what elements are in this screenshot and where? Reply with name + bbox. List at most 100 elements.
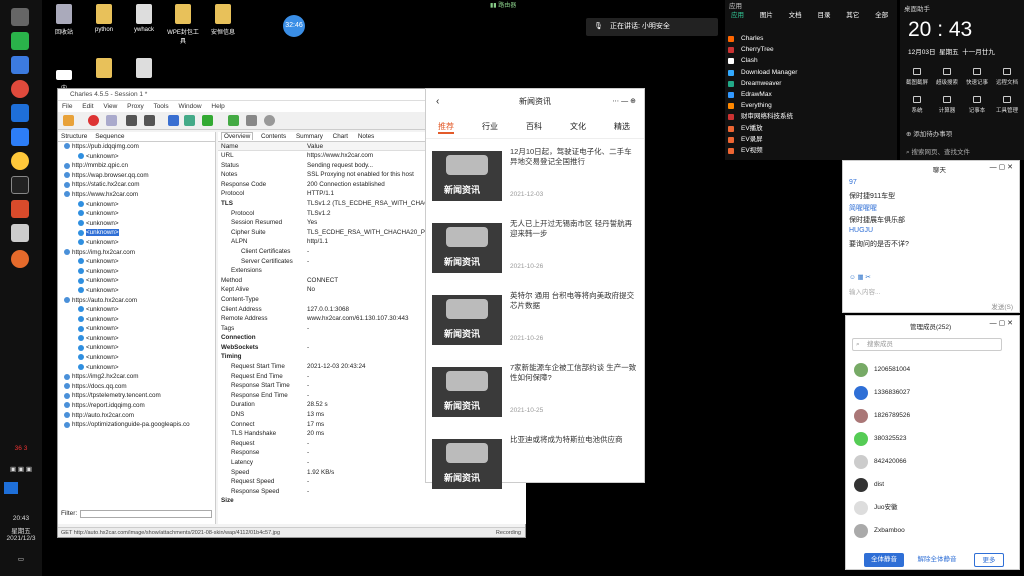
- helper-button[interactable]: 系统: [904, 96, 930, 114]
- tree-host[interactable]: https://img.hx2car.com: [58, 248, 215, 258]
- helper-button[interactable]: 计算器: [934, 96, 960, 114]
- helper-button[interactable]: 超级搜索: [934, 68, 960, 86]
- tree-host[interactable]: https://report.idqqimg.com: [58, 401, 215, 411]
- windows-icon[interactable]: [11, 8, 29, 26]
- tree-node[interactable]: <unknown>: [58, 353, 215, 363]
- charles-icon[interactable]: [11, 250, 29, 268]
- news-item[interactable]: 新闻资讯 7家新能源车企被工信部约谈 生产一致性如何保障? 2021-10-25: [432, 363, 640, 429]
- member-row[interactable]: Zxbamboo: [854, 523, 905, 539]
- breakpoint-icon[interactable]: [144, 115, 155, 126]
- tree-host[interactable]: https://optimizationguide-pa.googleapis.…: [58, 420, 215, 430]
- tab-chart[interactable]: Chart: [331, 133, 350, 140]
- app-item[interactable]: Clash: [725, 55, 897, 66]
- tree-node[interactable]: <unknown>: [58, 267, 215, 277]
- tree-node[interactable]: <unknown>: [58, 363, 215, 373]
- terminal-icon[interactable]: [11, 176, 29, 194]
- menu-edit[interactable]: Edit: [82, 103, 93, 110]
- tree-node[interactable]: <unknown>: [58, 238, 215, 248]
- tree-node[interactable]: <unknown>: [58, 209, 215, 219]
- color-icon[interactable]: [11, 152, 29, 170]
- tree-node[interactable]: <unknown>: [58, 152, 215, 162]
- helper-search[interactable]: ⌕ 搜索网页、查找文件: [906, 146, 970, 157]
- tree-host[interactable]: https://tpstelemetry.tencent.com: [58, 391, 215, 401]
- send-button[interactable]: 发送(S): [991, 301, 1013, 311]
- cat-recommend[interactable]: 推荐: [438, 121, 454, 134]
- menu-help[interactable]: Help: [211, 103, 224, 110]
- feishu-icon[interactable]: [11, 128, 29, 146]
- tree-node[interactable]: <unknown>: [58, 315, 215, 325]
- member-row[interactable]: 1206581004: [854, 362, 910, 378]
- app-icon[interactable]: [11, 104, 29, 122]
- back-icon[interactable]: ‹: [436, 89, 439, 115]
- unmute-all-button[interactable]: 解除全体静音: [912, 553, 962, 567]
- member-row[interactable]: Juo安徽: [854, 500, 897, 516]
- timer-bubble[interactable]: 32:46: [283, 15, 305, 37]
- desktop-icon-anheng[interactable]: 安恒信息: [206, 4, 240, 36]
- helper-button[interactable]: 工具管理: [994, 96, 1020, 114]
- tab-summary[interactable]: Summary: [294, 133, 325, 140]
- member-row[interactable]: 842420066: [854, 454, 907, 470]
- mute-all-button[interactable]: 全体静音: [864, 553, 904, 567]
- news-item[interactable]: 新闻资讯 英特尔 通用 台积电等将向美政府提交芯片数据 2021-10-26: [432, 291, 640, 357]
- app-tab-images[interactable]: 图片: [760, 12, 773, 19]
- tree-node[interactable]: <unknown>: [58, 343, 215, 353]
- app-item[interactable]: EV录屏: [725, 134, 897, 145]
- app-item[interactable]: Download Manager: [725, 67, 897, 78]
- tree-host[interactable]: https://docs.qq.com: [58, 382, 215, 392]
- app-tab-dirs[interactable]: 目录: [817, 12, 830, 19]
- helper-button[interactable]: 远程文档: [994, 68, 1020, 86]
- more-button[interactable]: 更多: [974, 553, 1004, 567]
- broom-icon[interactable]: [63, 115, 74, 126]
- tree-node[interactable]: <unknown>: [58, 334, 215, 344]
- group-window-controls[interactable]: — ▢ ✕: [990, 319, 1013, 327]
- helper-button[interactable]: 截图截屏: [904, 68, 930, 86]
- cat-featured[interactable]: 精选: [614, 121, 630, 132]
- tray-icons[interactable]: ▣ ▣ ▣: [0, 465, 42, 473]
- record-icon[interactable]: [88, 115, 99, 126]
- office-icon[interactable]: [11, 200, 29, 218]
- cat-industry[interactable]: 行业: [482, 121, 498, 132]
- menu-proxy[interactable]: Proxy: [127, 103, 144, 110]
- tree-node[interactable]: <unknown>: [58, 305, 215, 315]
- voice-status[interactable]: 🎙 正在讲话: 小明安全: [586, 18, 718, 36]
- app-item[interactable]: CherryTree: [725, 44, 897, 55]
- menu-file[interactable]: File: [62, 103, 72, 110]
- tab-sequence[interactable]: Sequence: [95, 133, 124, 140]
- tree-host[interactable]: https://wap.browser.qq.com: [58, 171, 215, 181]
- app-item[interactable]: EV播放: [725, 123, 897, 134]
- tools-icon[interactable]: [246, 115, 257, 126]
- tree-node[interactable]: <unknown>: [58, 219, 215, 229]
- chat-toolbar[interactable]: ☺ ▦ ✂: [849, 273, 871, 281]
- chat-window-controls[interactable]: — ▢ ✕: [990, 163, 1013, 171]
- app-item[interactable]: Charles: [725, 33, 897, 44]
- tree-node[interactable]: <unknown>: [58, 276, 215, 286]
- settings-icon[interactable]: [264, 115, 275, 126]
- desktop-icon-recycle[interactable]: 回收站: [47, 4, 81, 36]
- tab-notes[interactable]: Notes: [356, 133, 376, 140]
- cat-culture[interactable]: 文化: [570, 121, 586, 132]
- wechat-icon[interactable]: [11, 32, 29, 50]
- app-item[interactable]: Dreamweaver: [725, 78, 897, 89]
- tab-overview[interactable]: Overview: [221, 132, 254, 140]
- news-item[interactable]: 新闻资讯 12月10日起，驾驶证电子化、二手车异地交易登记全国推行 2021-12-…: [432, 147, 640, 213]
- menu-tools[interactable]: Tools: [153, 103, 168, 110]
- throttle-icon[interactable]: [106, 115, 117, 126]
- news-item[interactable]: 新闻资讯 比亚迪或将成为特斯拉电池供应商: [432, 435, 640, 501]
- app-item[interactable]: 财审网络科技系统: [725, 111, 897, 122]
- app-item[interactable]: EdrawMax: [725, 89, 897, 100]
- desktop-icon-wpe[interactable]: WPE封包工具: [166, 4, 200, 45]
- desktop-icon-folder-2[interactable]: [127, 58, 161, 81]
- chrome-icon[interactable]: [11, 80, 29, 98]
- app-item[interactable]: Everything: [725, 100, 897, 111]
- desktop-icon-python[interactable]: python: [87, 4, 121, 33]
- news-item[interactable]: 新闻资讯 无人已上开过无锡南市区 轻丹誓航再迎来韩一步 2021-10-26: [432, 219, 640, 285]
- tree-host[interactable]: https://www.hx2car.com: [58, 190, 215, 200]
- member-row[interactable]: 1826789526: [854, 408, 910, 424]
- pen-icon[interactable]: [168, 115, 179, 126]
- explorer-icon[interactable]: [11, 56, 29, 74]
- tool-icon[interactable]: [11, 224, 29, 242]
- member-row[interactable]: 380325523: [854, 431, 907, 447]
- member-row[interactable]: dist: [854, 477, 884, 493]
- desktop-icon-folder[interactable]: [87, 58, 121, 81]
- tree-host[interactable]: http://mmbiz.qpic.cn: [58, 161, 215, 171]
